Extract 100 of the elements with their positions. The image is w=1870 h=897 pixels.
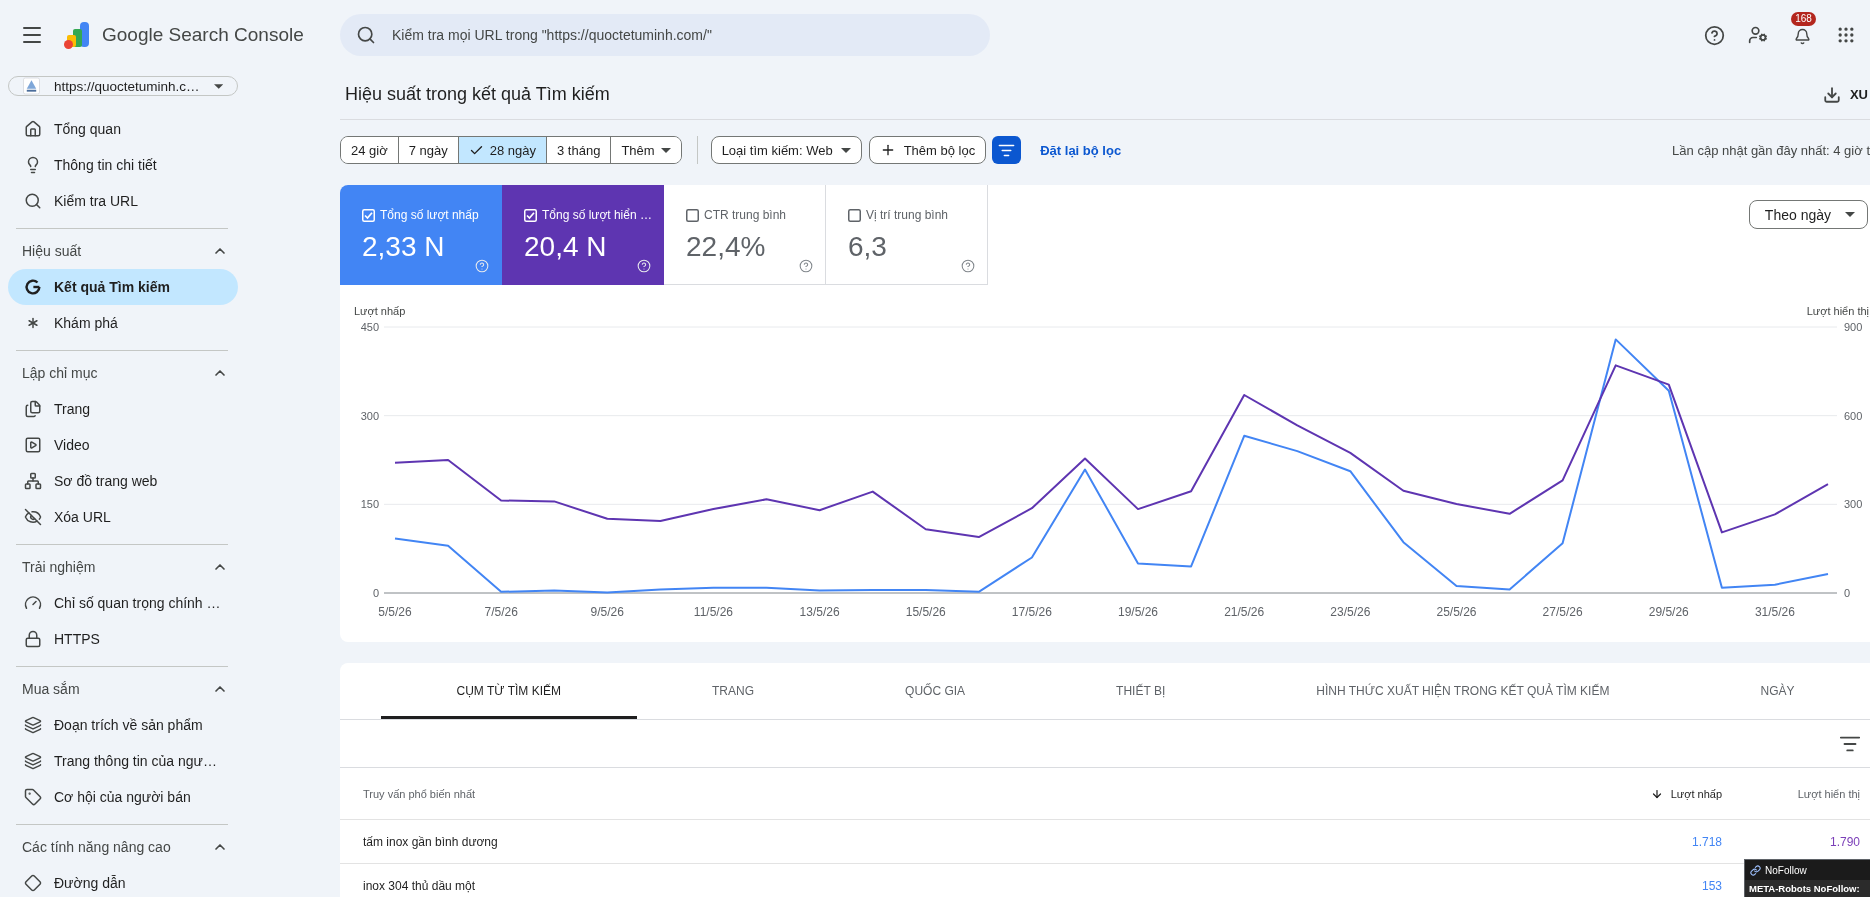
video-icon bbox=[24, 436, 42, 454]
impressions-cell: 1.790 bbox=[1829, 834, 1860, 849]
date-range-option[interactable]: 28 ngày bbox=[458, 137, 548, 163]
search-icon bbox=[356, 25, 376, 45]
last-updated-text: Lần cập nhật gần đây nhất: 4 giờ t bbox=[1672, 142, 1870, 158]
reset-filters-link[interactable]: Đặt lại bộ lọc bbox=[1040, 142, 1122, 158]
sidebar-item[interactable]: Trang bbox=[8, 391, 238, 427]
bar-chart-logo-icon bbox=[62, 20, 92, 50]
axis-tick-label: 15/5/26 bbox=[905, 605, 946, 619]
axis-tick-label: 31/5/26 bbox=[1754, 605, 1795, 619]
tag-icon bbox=[24, 788, 42, 806]
axis-tick-label: 11/5/26 bbox=[693, 605, 733, 619]
column-header[interactable]: Lượt nhấp bbox=[1650, 787, 1722, 800]
axis-tick-label: 19/5/26 bbox=[1118, 605, 1159, 619]
metric-card[interactable]: Vị trí trung bình 6,3 bbox=[826, 185, 988, 285]
metric-value: 20,4 N bbox=[524, 231, 607, 263]
sidebar-item[interactable]: Thông tin chi tiết bbox=[8, 147, 238, 183]
section-header[interactable]: Trải nghiệm bbox=[8, 549, 238, 585]
caret-icon bbox=[1845, 212, 1855, 217]
sidebar-item[interactable]: Kết quả Tìm kiếm bbox=[8, 269, 238, 305]
axis-title: Lượt nhấp bbox=[354, 305, 406, 317]
sidebar-item[interactable]: Trang thông tin của ngư… bbox=[8, 743, 238, 779]
sidebar-item[interactable]: Xóa URL bbox=[8, 499, 238, 535]
sidebar-item[interactable]: Tổng quan bbox=[8, 111, 238, 147]
add-filter-button[interactable]: Thêm bộ lọc bbox=[868, 136, 987, 164]
table-tab[interactable]: THIẾT BỊ bbox=[1040, 663, 1241, 719]
section-header[interactable]: Hiệu suất bbox=[8, 233, 238, 269]
metric-card[interactable]: Tổng số lượt nhấp 2,33 N bbox=[340, 185, 502, 285]
download-icon bbox=[1822, 85, 1841, 104]
metric-label: Tổng số lượt hiển … bbox=[542, 208, 652, 222]
table-tab[interactable]: CỤM TỪ TÌM KIẾM bbox=[381, 663, 637, 719]
axis-tick-label: 9/5/26 bbox=[590, 605, 624, 619]
gauge-icon bbox=[24, 594, 42, 612]
section-header[interactable]: Lập chỉ mục bbox=[8, 355, 238, 391]
table-tab[interactable]: HÌNH THỨC XUẤT HIỆN TRONG KẾT QUẢ TÌM KIẾM bbox=[1240, 663, 1685, 719]
sidebar-item[interactable]: Đường dẫn bbox=[8, 865, 238, 897]
axis-tick-label: 5/5/26 bbox=[378, 605, 412, 619]
axis-tick-label: 0 bbox=[372, 587, 379, 599]
date-range-option[interactable]: 7 ngày bbox=[398, 137, 459, 163]
search-type-dropdown[interactable]: Loại tìm kiếm: Web bbox=[710, 136, 862, 164]
axis-tick-label: 29/5/26 bbox=[1648, 605, 1689, 619]
metric-label: Vị trí trung bình bbox=[866, 208, 949, 222]
date-range-option[interactable]: 24 giờ bbox=[341, 137, 399, 163]
query-cell: inox 304 thủ dầu một bbox=[363, 878, 476, 893]
table-tab[interactable]: TRANG bbox=[636, 663, 830, 719]
column-header[interactable]: Lượt hiển thị bbox=[1797, 787, 1860, 800]
notification-badge: 168 bbox=[1791, 12, 1816, 26]
sidebar-item[interactable]: Sơ đồ trang web bbox=[8, 463, 238, 499]
section-header[interactable]: Mua sắm bbox=[8, 671, 238, 707]
section-header[interactable]: Các tính năng nâng cao bbox=[8, 829, 238, 865]
help-icon[interactable] bbox=[1703, 24, 1725, 46]
sidebar-item[interactable]: Chỉ số quan trọng chính … bbox=[8, 585, 238, 621]
bell-icon[interactable] bbox=[1793, 28, 1811, 45]
caret-icon bbox=[660, 147, 671, 153]
caret-icon bbox=[213, 83, 223, 89]
filter-button[interactable] bbox=[992, 136, 1022, 164]
axis-tick-label: 300 bbox=[1844, 498, 1863, 511]
layers-icon bbox=[24, 752, 42, 770]
sidebar-item[interactable]: Cơ hội của người bán bbox=[8, 779, 238, 815]
popup-title: NoFollow bbox=[1765, 864, 1807, 876]
date-range-option[interactable]: 3 tháng bbox=[547, 137, 612, 163]
axis-tick-label: 0 bbox=[1844, 587, 1851, 599]
sidebar-item[interactable]: Video bbox=[8, 427, 238, 463]
pages-icon bbox=[24, 400, 42, 418]
user-gear-icon[interactable] bbox=[1748, 25, 1768, 45]
export-button[interactable]: XU bbox=[1822, 85, 1870, 104]
eye-off-icon bbox=[24, 508, 42, 526]
sidebar-item[interactable]: Khám phá bbox=[8, 305, 238, 341]
axis-tick-label: 23/5/26 bbox=[1330, 605, 1371, 619]
search-field[interactable]: Kiểm tra mọi URL trong "https://quoctetuminh.com/" bbox=[340, 14, 990, 56]
search-icon bbox=[24, 192, 42, 210]
house-icon bbox=[24, 120, 42, 138]
axis-tick-label: 7/5/26 bbox=[484, 605, 518, 619]
page-title: Hiệu suất trong kết quả Tìm kiếm bbox=[345, 84, 610, 105]
product-name: Google Search Console bbox=[102, 24, 304, 46]
metric-card[interactable]: CTR trung bình 22,4% bbox=[664, 185, 826, 285]
axis-tick-label: 21/5/26 bbox=[1224, 605, 1265, 619]
table-tab[interactable]: NGÀY bbox=[1684, 663, 1870, 719]
diamond-icon bbox=[24, 874, 42, 892]
letter-g-icon bbox=[24, 278, 42, 296]
metric-value: 2,33 N bbox=[362, 231, 445, 263]
sidebar-item[interactable]: Đoạn trích về sản phẩm bbox=[8, 707, 238, 743]
axis-tick-label: 600 bbox=[1844, 409, 1863, 422]
date-range-option[interactable]: Thêm bbox=[611, 137, 681, 163]
apps-grid-icon[interactable] bbox=[1836, 25, 1856, 45]
clicks-cell: 1.718 bbox=[1691, 834, 1722, 849]
metric-card[interactable]: Tổng số lượt hiển … 20,4 N bbox=[502, 185, 664, 285]
sidebar-item[interactable]: HTTPS bbox=[8, 621, 238, 657]
favicon-icon bbox=[23, 77, 40, 95]
axis-tick-label: 25/5/26 bbox=[1436, 605, 1477, 619]
link-icon bbox=[1750, 864, 1761, 876]
clicks-cell: 153 bbox=[1701, 878, 1722, 893]
granularity-dropdown[interactable]: Theo ngày bbox=[1748, 200, 1868, 229]
column-header[interactable]: Truy vấn phổ biến nhất bbox=[363, 787, 476, 800]
axis-tick-label: 900 bbox=[1844, 321, 1863, 333]
sidebar-item[interactable]: Kiểm tra URL bbox=[8, 183, 238, 219]
table-tab[interactable]: QUỐC GIA bbox=[829, 663, 1041, 719]
layers-icon bbox=[24, 716, 42, 734]
metric-label: Tổng số lượt nhấp bbox=[380, 208, 479, 222]
axis-tick-label: 27/5/26 bbox=[1542, 605, 1583, 619]
